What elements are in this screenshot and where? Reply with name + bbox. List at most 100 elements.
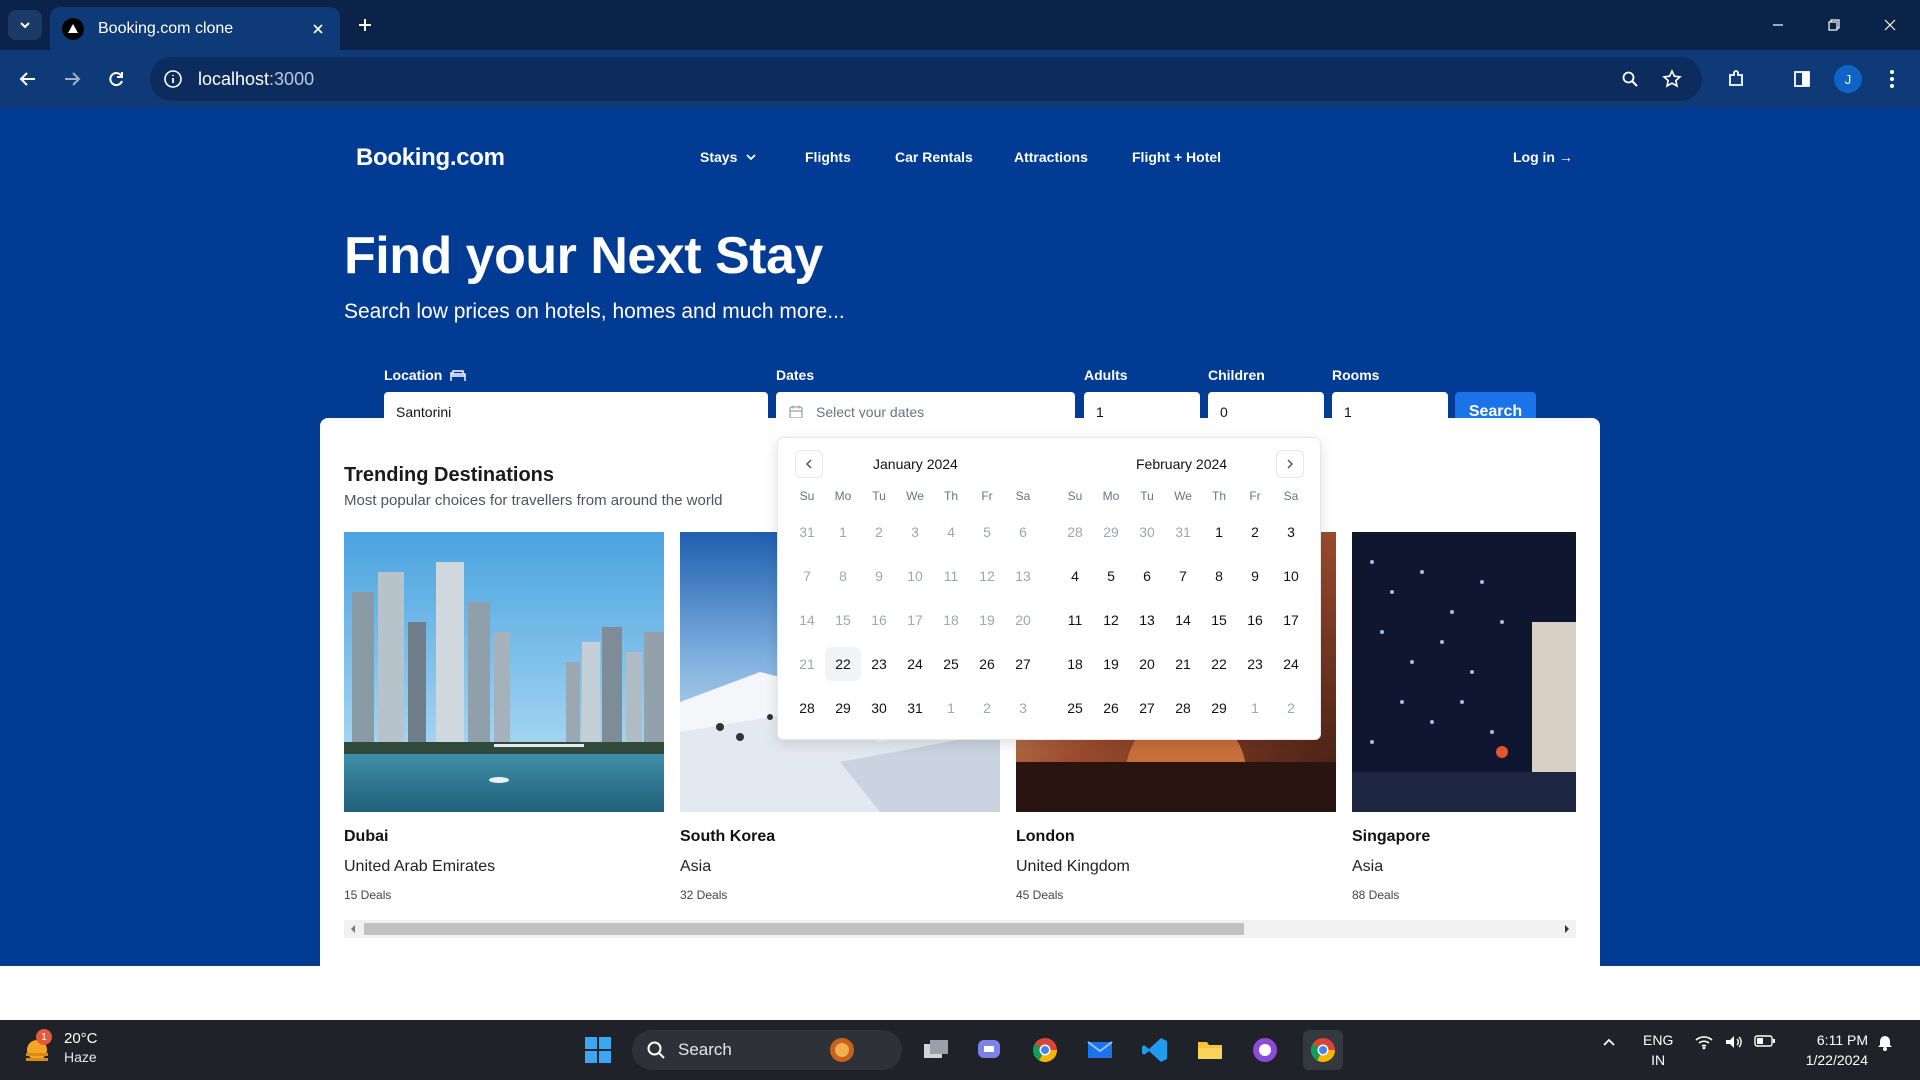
address-bar[interactable]: localhost:3000 [150,57,1702,101]
calendar-day[interactable]: 18 [1057,656,1093,672]
calendar-day[interactable]: 10 [1273,568,1309,584]
calendar-day[interactable]: 17 [1273,612,1309,628]
calendar-day[interactable]: 6 [1129,568,1165,584]
calendar-day[interactable]: 20 [1005,612,1041,628]
calendar-day[interactable]: 17 [897,612,933,628]
volume-icon[interactable] [1724,1034,1744,1050]
calendar-day[interactable]: 16 [861,612,897,628]
calendar-day[interactable]: 9 [861,568,897,584]
calendar-day[interactable]: 8 [1201,568,1237,584]
mail-button[interactable] [1082,1032,1118,1068]
nav-attractions[interactable]: Attractions [1014,149,1088,165]
calendar-day[interactable]: 31 [1165,524,1201,540]
calendar-day[interactable]: 26 [1093,700,1129,716]
calendar-day[interactable]: 31 [789,524,825,540]
calendar-day[interactable]: 22 [1201,656,1237,672]
calendar-day[interactable]: 20 [1129,656,1165,672]
calendar-day[interactable]: 24 [897,656,933,672]
weather-widget[interactable]: 1 20°C Haze [22,1029,98,1066]
next-month-button[interactable] [1276,450,1304,478]
minimize-button[interactable] [1756,10,1800,40]
calendar-day[interactable]: 25 [933,656,969,672]
wifi-icon[interactable] [1694,1034,1714,1050]
calendar-day[interactable]: 29 [1201,700,1237,716]
profile-avatar[interactable]: J [1834,65,1862,93]
tab-search-button[interactable] [8,10,42,40]
scrollbar-thumb[interactable] [364,923,1244,935]
chrome-button[interactable] [1027,1032,1063,1068]
start-button[interactable] [580,1032,616,1068]
calendar-day[interactable]: 1 [1201,524,1237,540]
calendar-day[interactable]: 4 [1057,568,1093,584]
calendar-day[interactable]: 2 [1237,524,1273,540]
bookmark-button[interactable] [1656,63,1688,95]
calendar-day[interactable]: 21 [789,656,825,672]
calendar-day[interactable]: 13 [1129,612,1165,628]
forward-button[interactable] [56,63,88,95]
calendar-day[interactable]: 7 [1165,568,1201,584]
show-hidden-icons-button[interactable] [1601,1034,1617,1050]
calendar-day[interactable]: 23 [861,656,897,672]
calendar-day[interactable]: 3 [1005,700,1041,716]
calendar-day[interactable]: 3 [1273,524,1309,540]
calendar-day[interactable]: 25 [1057,700,1093,716]
site-logo[interactable]: Booking.com [356,144,505,172]
calendar-day[interactable]: 1 [1237,700,1273,716]
github-desktop-button[interactable] [1247,1032,1283,1068]
nav-flight-hotel[interactable]: Flight + Hotel [1132,149,1221,165]
calendar-day[interactable]: 15 [825,612,861,628]
calendar-day[interactable]: 28 [1165,700,1201,716]
calendar-day[interactable]: 5 [1093,568,1129,584]
calendar-day[interactable]: 30 [1129,524,1165,540]
calendar-day[interactable]: 26 [969,656,1005,672]
calendar-day[interactable]: 12 [969,568,1005,584]
calendar-day[interactable]: 27 [1129,700,1165,716]
calendar-day[interactable]: 31 [897,700,933,716]
task-view-button[interactable] [918,1032,954,1068]
calendar-day[interactable]: 1 [825,524,861,540]
nav-stays[interactable]: Stays [700,149,757,165]
file-explorer-button[interactable] [1192,1032,1228,1068]
calendar-day[interactable]: 21 [1165,656,1201,672]
calendar-day[interactable]: 2 [861,524,897,540]
restore-button[interactable] [1812,10,1856,40]
calendar-day[interactable]: 2 [1273,700,1309,716]
calendar-day[interactable]: 18 [933,612,969,628]
destination-card[interactable]: Singapore Asia 88 Deals [1352,532,1576,902]
new-tab-button[interactable] [352,12,378,38]
calendar-day[interactable]: 6 [1005,524,1041,540]
calendar-day[interactable]: 5 [969,524,1005,540]
calendar-day[interactable]: 24 [1273,656,1309,672]
calendar-day[interactable]: 28 [789,700,825,716]
calendar-day[interactable]: 14 [789,612,825,628]
teams-chat-button[interactable] [972,1032,1008,1068]
login-link[interactable]: Log in → [1513,149,1573,165]
nav-car-rentals[interactable]: Car Rentals [895,149,973,165]
taskbar-search[interactable]: Search [632,1030,902,1070]
calendar-day[interactable]: 10 [897,568,933,584]
language-indicator[interactable]: ENG IN [1643,1030,1673,1070]
reload-button[interactable] [100,63,132,95]
horizontal-scrollbar[interactable] [344,920,1576,938]
notification-bell-icon[interactable] [1876,1034,1894,1052]
calendar-day[interactable]: 8 [825,568,861,584]
close-window-button[interactable] [1868,10,1912,40]
calendar-day[interactable]: 29 [1093,524,1129,540]
destination-card[interactable]: Dubai United Arab Emirates 15 Deals [344,532,664,902]
calendar-day[interactable]: 12 [1093,612,1129,628]
calendar-day[interactable]: 9 [1237,568,1273,584]
battery-icon[interactable] [1754,1034,1776,1048]
calendar-day[interactable]: 19 [969,612,1005,628]
calendar-day[interactable]: 3 [897,524,933,540]
calendar-day[interactable]: 4 [933,524,969,540]
nav-flights[interactable]: Flights [805,149,851,165]
browser-menu-button[interactable] [1876,63,1908,95]
back-button[interactable] [12,63,44,95]
calendar-day[interactable]: 13 [1005,568,1041,584]
calendar-day[interactable]: 22 [825,647,861,681]
calendar-day[interactable]: 23 [1237,656,1273,672]
calendar-day[interactable]: 14 [1165,612,1201,628]
calendar-day[interactable]: 7 [789,568,825,584]
tab-close-icon[interactable] [308,19,328,39]
vscode-button[interactable] [1137,1032,1173,1068]
